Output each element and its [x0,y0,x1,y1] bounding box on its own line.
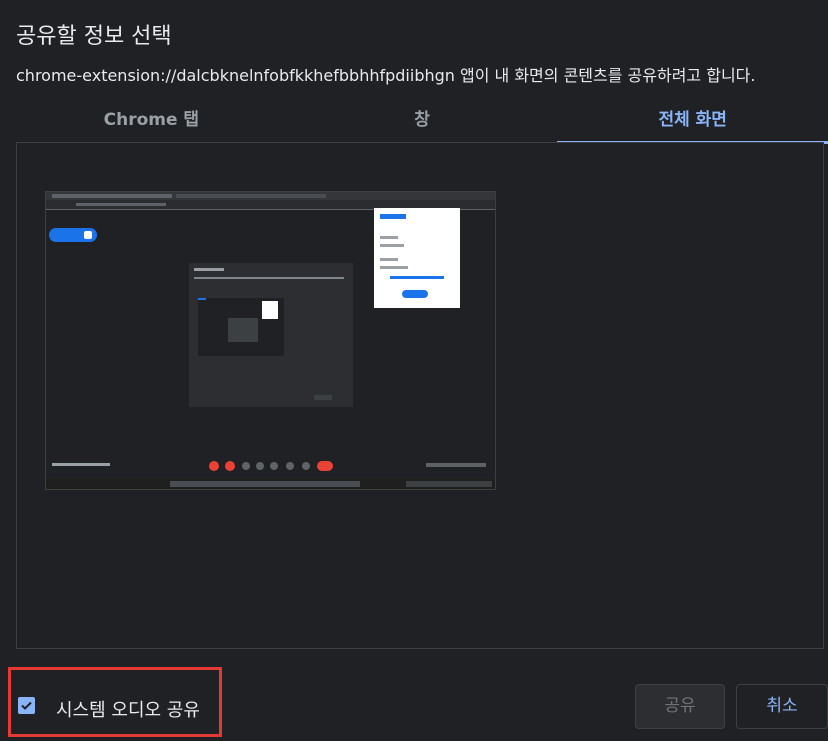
source-preview-panel [16,143,824,649]
cancel-button[interactable]: 취소 [736,684,828,729]
share-button[interactable]: 공유 [635,684,725,729]
tab-bar: Chrome 탭 창 전체 화면 [16,98,828,144]
dialog-subtitle: chrome-extension://dalcbknelnfobfkkhefbb… [16,66,756,85]
screen-thumbnail[interactable] [45,191,496,490]
tab-window[interactable]: 창 [287,98,558,144]
screen-thumbnail-image [46,192,495,489]
system-audio-checkbox[interactable] [18,697,35,714]
dialog-title: 공유할 정보 선택 [16,24,172,49]
tab-entire-screen[interactable]: 전체 화면 [557,98,828,144]
tab-chrome-tab[interactable]: Chrome 탭 [16,98,287,144]
system-audio-label: 시스템 오디오 공유 [56,700,200,721]
checkmark-icon [21,701,32,710]
